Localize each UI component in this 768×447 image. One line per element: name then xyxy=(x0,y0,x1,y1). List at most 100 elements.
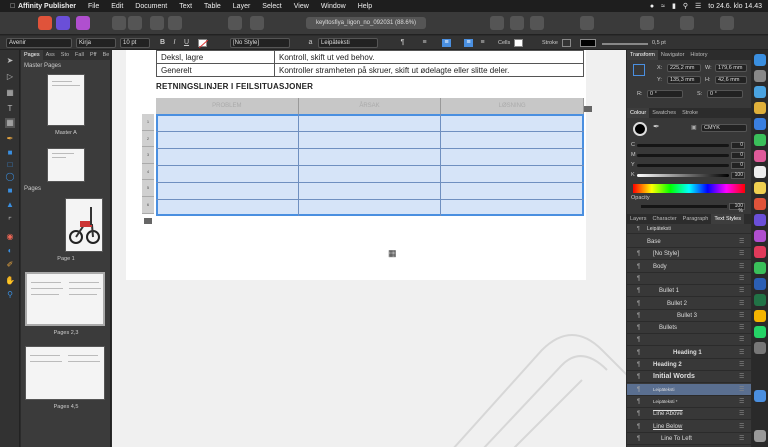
page-1-thumbnail[interactable] xyxy=(65,198,103,252)
document-page[interactable]: Deksl, lagre Kontroll, skift ut ved beho… xyxy=(126,50,592,280)
studio-icon[interactable] xyxy=(640,16,654,30)
stroke-color-swatch[interactable] xyxy=(580,39,596,47)
designer-dock-icon[interactable] xyxy=(754,230,766,242)
style-menu-icon[interactable]: ☰ xyxy=(739,248,744,260)
section-heading[interactable]: RETNINGSLINJER I FEILSITUASJONER xyxy=(156,82,313,91)
master-page-thumbnail[interactable] xyxy=(47,74,85,126)
document-title[interactable]: keyltosfiya_ligon_no_092031 (88.6%) xyxy=(306,17,426,29)
tab-paragraph[interactable]: Paragraph xyxy=(680,214,712,224)
table-row-handle-icon[interactable] xyxy=(144,218,152,224)
music-icon[interactable] xyxy=(754,246,766,258)
text-style-item[interactable]: ¶ ☰ xyxy=(627,273,751,285)
settings-icon[interactable] xyxy=(754,342,766,354)
menu-table[interactable]: Table xyxy=(198,3,227,10)
style-menu-icon[interactable]: ☰ xyxy=(739,408,744,420)
view-icon[interactable] xyxy=(680,16,694,30)
gradient-tool-icon[interactable]: ◐ xyxy=(5,246,15,256)
tab-pages[interactable]: Pages xyxy=(21,50,43,60)
r-field[interactable]: 0 ° xyxy=(647,90,683,98)
row-number[interactable]: 2 xyxy=(142,131,154,148)
text-style-item[interactable]: ¶ Initial Words ☰ xyxy=(627,371,751,384)
column-header-cell[interactable]: PROBLEM xyxy=(156,98,299,114)
word-icon[interactable] xyxy=(754,278,766,290)
style-menu-icon[interactable]: ☰ xyxy=(739,322,744,334)
menu-document[interactable]: Document xyxy=(129,3,173,10)
w-field[interactable]: 179,6 mm xyxy=(715,64,747,72)
row-number[interactable]: 6 xyxy=(142,197,154,214)
fill-tool-icon[interactable]: ■ xyxy=(5,148,15,158)
tab-assets[interactable]: Ass xyxy=(43,50,58,60)
italic-button[interactable]: I xyxy=(170,39,179,47)
h-field[interactable]: 42,6 mm xyxy=(715,76,747,84)
text-style-item[interactable]: ¶ Line Above ☰ xyxy=(627,408,751,421)
character-style-field[interactable]: [No Style] xyxy=(230,38,290,48)
font-size-field[interactable]: 10 pt xyxy=(120,38,150,48)
text-tool-icon[interactable]: T xyxy=(5,104,15,114)
style-menu-icon[interactable]: ☰ xyxy=(739,371,744,383)
text-style-item[interactable]: ¶ Heading 2 ☰ xyxy=(627,359,751,371)
excel-icon[interactable] xyxy=(754,294,766,306)
photo-dock-icon[interactable] xyxy=(754,214,766,226)
menu-layer[interactable]: Layer xyxy=(227,3,257,10)
font-family-field[interactable]: Avenir xyxy=(6,38,72,48)
menu-select[interactable]: Select xyxy=(256,3,287,10)
master-page-thumbnail-2[interactable] xyxy=(47,148,85,182)
x-field[interactable]: 225,2 mm xyxy=(667,64,701,72)
photos-icon[interactable] xyxy=(754,150,766,162)
paragraph-style-field[interactable]: Leipäteksti xyxy=(318,38,378,48)
fill-stroke-swatch-icon[interactable] xyxy=(633,122,647,136)
maintenance-table[interactable]: Deksl, lagre Kontroll, skift ut ved beho… xyxy=(156,50,584,77)
cells-color-icon[interactable] xyxy=(514,39,523,47)
snapping-icon[interactable] xyxy=(228,16,242,30)
publisher-persona-icon[interactable] xyxy=(38,16,52,30)
apple-menu-icon[interactable]:  xyxy=(4,3,21,10)
preflight-icon[interactable] xyxy=(250,16,264,30)
align-icon[interactable] xyxy=(490,16,504,30)
document-canvas[interactable]: Deksl, lagre Kontroll, skift ut ved beho… xyxy=(112,50,626,447)
opacity-slider[interactable] xyxy=(641,205,727,208)
tab-history[interactable]: History xyxy=(687,50,710,60)
table-cell[interactable]: Kontroller stramheten på skruer, skift u… xyxy=(274,63,584,77)
calendar-icon[interactable] xyxy=(754,166,766,178)
column-header-cell[interactable]: ÅRSAK xyxy=(299,98,442,114)
style-menu-icon[interactable]: ☰ xyxy=(739,261,744,273)
style-menu-icon[interactable]: ☰ xyxy=(739,298,744,310)
stroke-width-slider[interactable] xyxy=(602,43,648,45)
downloads-icon[interactable] xyxy=(754,390,766,402)
menu-file[interactable]: File xyxy=(82,3,105,10)
stroke-style-icon[interactable] xyxy=(562,39,571,47)
drive-icon[interactable] xyxy=(754,310,766,322)
eyedropper-icon[interactable]: ✒ xyxy=(653,122,660,131)
record-icon[interactable]: ● xyxy=(650,3,654,10)
style-menu-icon[interactable]: ☰ xyxy=(739,347,744,359)
pages-2-3-thumbnail[interactable] xyxy=(25,272,105,326)
menu-help[interactable]: Help xyxy=(352,3,378,10)
text-style-item[interactable]: ¶ Bullet 3 ☰ xyxy=(627,310,751,322)
text-style-item[interactable]: ¶ Body ☰ xyxy=(627,261,751,273)
tab-character[interactable]: Character xyxy=(650,214,680,224)
channel-k-slider[interactable] xyxy=(637,174,729,177)
channel-k-value[interactable]: 100 xyxy=(731,172,745,179)
align-top-icon[interactable]: ≡ xyxy=(464,39,473,47)
font-style-field[interactable]: Kirja xyxy=(76,38,116,48)
panels-icon[interactable] xyxy=(720,16,734,30)
designer-persona-icon[interactable] xyxy=(76,16,90,30)
tab-transform[interactable]: Transform xyxy=(627,50,658,60)
style-menu-icon[interactable]: ☰ xyxy=(739,359,744,371)
stroke-width-value[interactable]: 0,5 pt xyxy=(652,40,666,46)
text-color-icon[interactable] xyxy=(198,39,209,49)
tab-be[interactable]: Be xyxy=(100,50,113,60)
tab-layers[interactable]: Layers xyxy=(627,214,650,224)
whatsapp-icon[interactable] xyxy=(754,326,766,338)
home-icon[interactable] xyxy=(112,16,126,30)
text-style-item[interactable]: ¶ [No Style] ☰ xyxy=(627,248,751,261)
style-menu-icon[interactable]: ☰ xyxy=(739,285,744,297)
tab-text-styles[interactable]: Text Styles xyxy=(711,214,744,224)
rectangle-tool-icon[interactable]: ■ xyxy=(5,186,15,196)
tab-stock[interactable]: Sto xyxy=(58,50,72,60)
ellipse-frame-icon[interactable]: ◯ xyxy=(5,172,15,182)
text-style-item[interactable]: ¶ ☰ xyxy=(627,334,751,347)
style-menu-icon[interactable]: ☰ xyxy=(739,421,744,433)
anchor-grid-icon[interactable] xyxy=(633,64,645,76)
messages-icon[interactable] xyxy=(754,134,766,146)
